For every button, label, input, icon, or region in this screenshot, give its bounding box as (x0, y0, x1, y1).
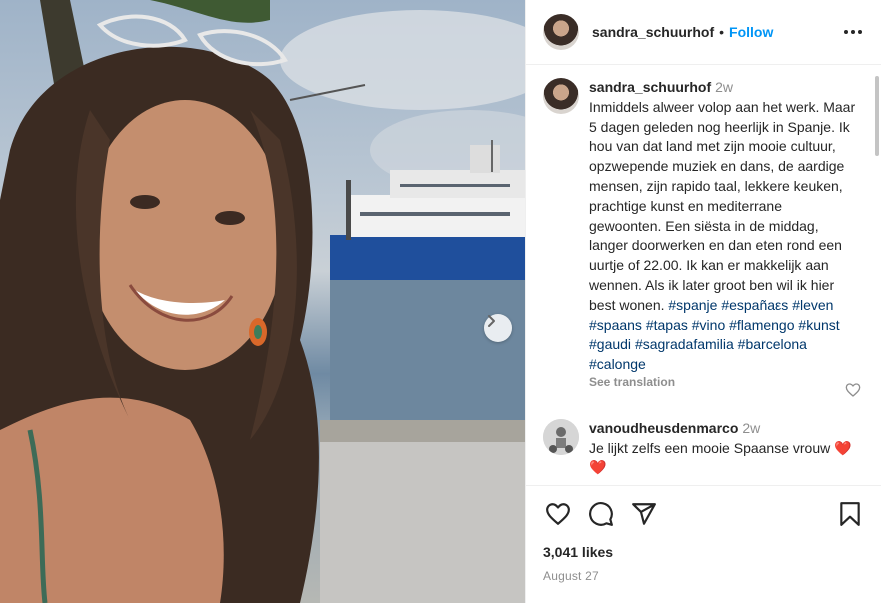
comments-scrollbar[interactable] (875, 76, 879, 156)
comment-entry: vanoudheusdenmarco 2w Je lijkt zelfs een … (526, 393, 881, 478)
comment-time[interactable]: 2w (742, 420, 760, 436)
see-translation-link[interactable]: See translation (589, 373, 857, 393)
hashtag-link[interactable]: #spanje (668, 297, 717, 313)
post-side-panel: sandra_schuurhof • Follow sandra_schuurh… (525, 0, 881, 603)
caption-entry: sandra_schuurhof 2w Inmiddels alweer volo… (526, 66, 881, 393)
comment-like-button[interactable] (845, 382, 861, 403)
comment-username[interactable]: vanoudheusdenmarco (589, 420, 738, 436)
post-actions: 3,041 likes August 27 (526, 485, 881, 583)
like-button[interactable] (543, 499, 573, 529)
likes-count[interactable]: 3,041 likes (543, 544, 865, 560)
comments-section[interactable]: sandra_schuurhof 2w Inmiddels alweer volo… (526, 66, 881, 484)
hashtag-link[interactable]: #flamengo (729, 317, 794, 333)
share-icon (632, 503, 656, 525)
hashtag-link[interactable]: #españaεs (721, 297, 788, 313)
commenter-avatar[interactable] (543, 418, 579, 455)
author-avatar[interactable] (543, 14, 579, 50)
header-separator: • (719, 24, 725, 40)
comment-icon (589, 502, 613, 526)
hashtag-link[interactable]: #barcelona (738, 336, 807, 352)
carousel-next-button[interactable] (484, 314, 512, 342)
commenter-avatar-image (543, 418, 579, 455)
save-button[interactable] (835, 499, 865, 529)
hashtag-link[interactable]: #calonge (589, 356, 646, 372)
comment-text: Je lijkt zelfs een mooie Spaanse vrouw (589, 439, 831, 456)
post-image (0, 0, 525, 603)
post-header: sandra_schuurhof • Follow (526, 0, 881, 65)
author-username[interactable]: sandra_schuurhof (592, 24, 714, 40)
post-photo (0, 0, 525, 603)
hashtag-link[interactable]: #vino (692, 317, 725, 333)
caption-text: Inmiddels alweer volop aan het werk. Maa… (589, 98, 856, 313)
heart-icon (546, 503, 570, 525)
caption-username[interactable]: sandra_schuurhof (589, 79, 711, 95)
comment-button[interactable] (586, 499, 616, 529)
post-date[interactable]: August 27 (543, 569, 865, 583)
bookmark-icon (840, 502, 860, 526)
chevron-right-icon (488, 315, 495, 327)
share-button[interactable] (629, 499, 659, 529)
more-options-icon (844, 30, 862, 34)
caption-time[interactable]: 2w (715, 79, 733, 95)
more-options-button[interactable] (841, 20, 865, 44)
hashtag-link[interactable]: #sagradafamilia (635, 336, 734, 352)
heart-outline-icon (845, 383, 861, 397)
caption-avatar[interactable] (543, 78, 579, 114)
action-icons-row (543, 499, 865, 529)
hashtag-link[interactable]: #leven (792, 297, 833, 313)
follow-button[interactable]: Follow (729, 24, 773, 40)
hashtag-link[interactable]: #tapas (646, 317, 688, 333)
hashtag-link[interactable]: #kunst (798, 317, 839, 333)
hashtag-link[interactable]: #spaans (589, 317, 642, 333)
hashtag-link[interactable]: #gaudi (589, 336, 631, 352)
